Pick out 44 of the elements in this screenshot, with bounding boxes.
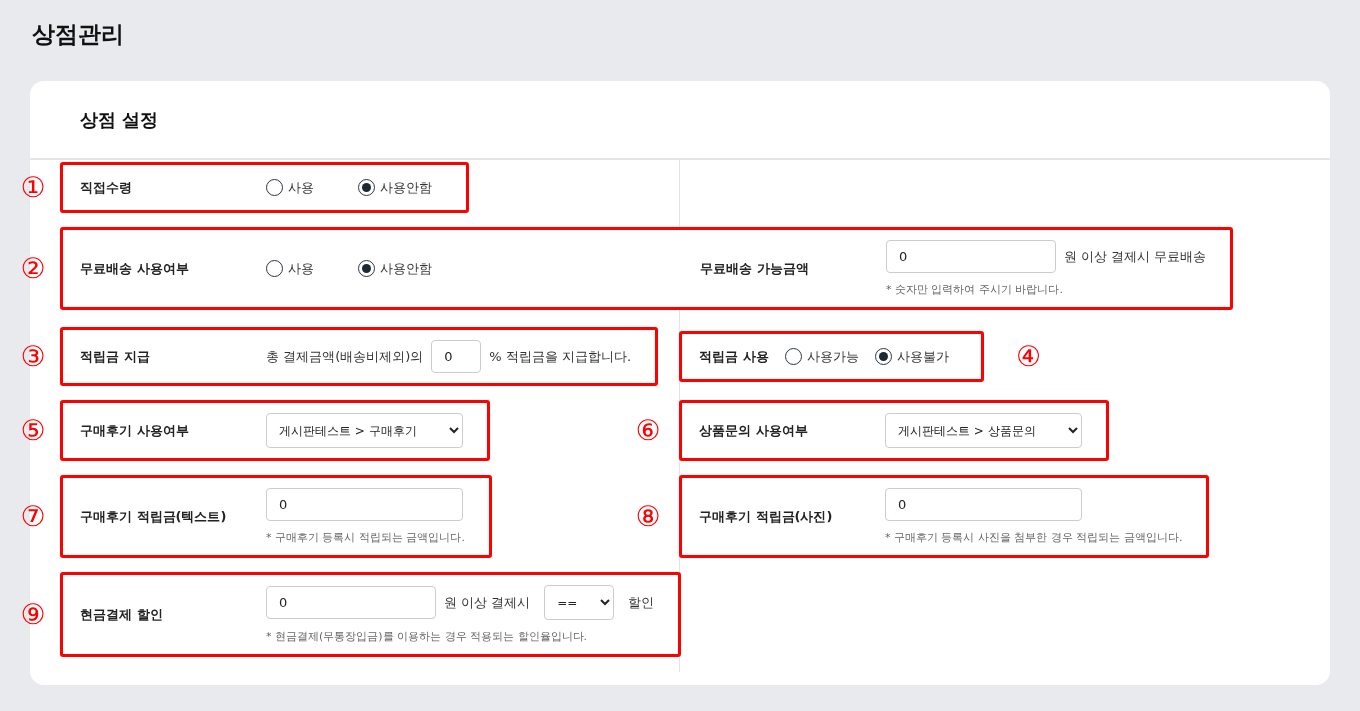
setting-label: 적립금 지급 [80,347,151,366]
inline-text: 원 이상 결제시 무료배송 [1064,247,1207,266]
number-marker: ⑦ [19,499,47,534]
radio-option[interactable]: 사용안함 [358,178,442,197]
number-marker: ④ [1014,339,1043,374]
number-marker: ⑨ [19,597,47,632]
inline-text: 총 결제금액(배송비제외)의 [266,347,424,366]
setting-label: 적립금 사용 [699,347,769,366]
hint-text: * 구매후기 등록시 사진을 첨부한 경우 적립되는 금액입니다. [885,530,1183,545]
page-title: 상점관리 [32,20,125,49]
radio-option[interactable]: 사용안함 [358,259,442,278]
setting-label: 현금결제 할인 [80,605,164,624]
number-marker: ⑥ [634,413,662,448]
text-field[interactable]: 0 [431,340,482,373]
radio-option[interactable]: 사용불가 [874,347,949,366]
radio-option[interactable]: 사용 [266,259,350,278]
setting-label: 구매후기 적립금(텍스트) [80,507,228,526]
card-title: 상점 설정 [80,107,159,132]
dropdown[interactable]: 게시판테스트 > 상품문의 [885,413,1082,448]
number-marker: ⑤ [19,413,47,448]
hint-text: * 숫자만 입력하여 주시기 바랍니다. [886,282,1064,297]
inline-text: % 적립금을 지급합니다. [489,347,632,366]
setting-label: 무료배송 가능금액 [700,259,810,278]
setting-label: 구매후기 사용여부 [80,421,190,440]
text-field[interactable]: 0 [266,488,463,521]
text-field[interactable]: 0 [885,488,1082,521]
setting-label: 구매후기 적립금(사진) [699,507,834,526]
setting-label: 상품문의 사용여부 [699,421,809,440]
setting-label: 무료배송 사용여부 [80,259,190,278]
setting-label: 직접수령 [80,178,133,197]
number-marker: ① [19,170,47,205]
dropdown[interactable]: 게시판테스트 > 구매후기 [266,413,463,448]
number-marker: ③ [19,339,47,374]
inline-text: 원 이상 결제시 [444,593,531,612]
text-field[interactable]: 0 [886,240,1056,273]
number-marker: ⑧ [634,499,662,534]
inline-text: 할인 [628,593,655,612]
text-field[interactable]: 0 [266,586,436,619]
hint-text: * 현금결제(무통장입금)를 이용하는 경우 적용되는 할인율입니다. [266,629,589,644]
radio-option[interactable]: 사용가능 [784,347,859,366]
number-marker: ② [19,251,47,286]
radio-option[interactable]: 사용 [266,178,350,197]
dropdown[interactable]: == [544,585,615,620]
hint-text: * 구매후기 등록시 적립되는 금액입니다. [266,530,465,545]
